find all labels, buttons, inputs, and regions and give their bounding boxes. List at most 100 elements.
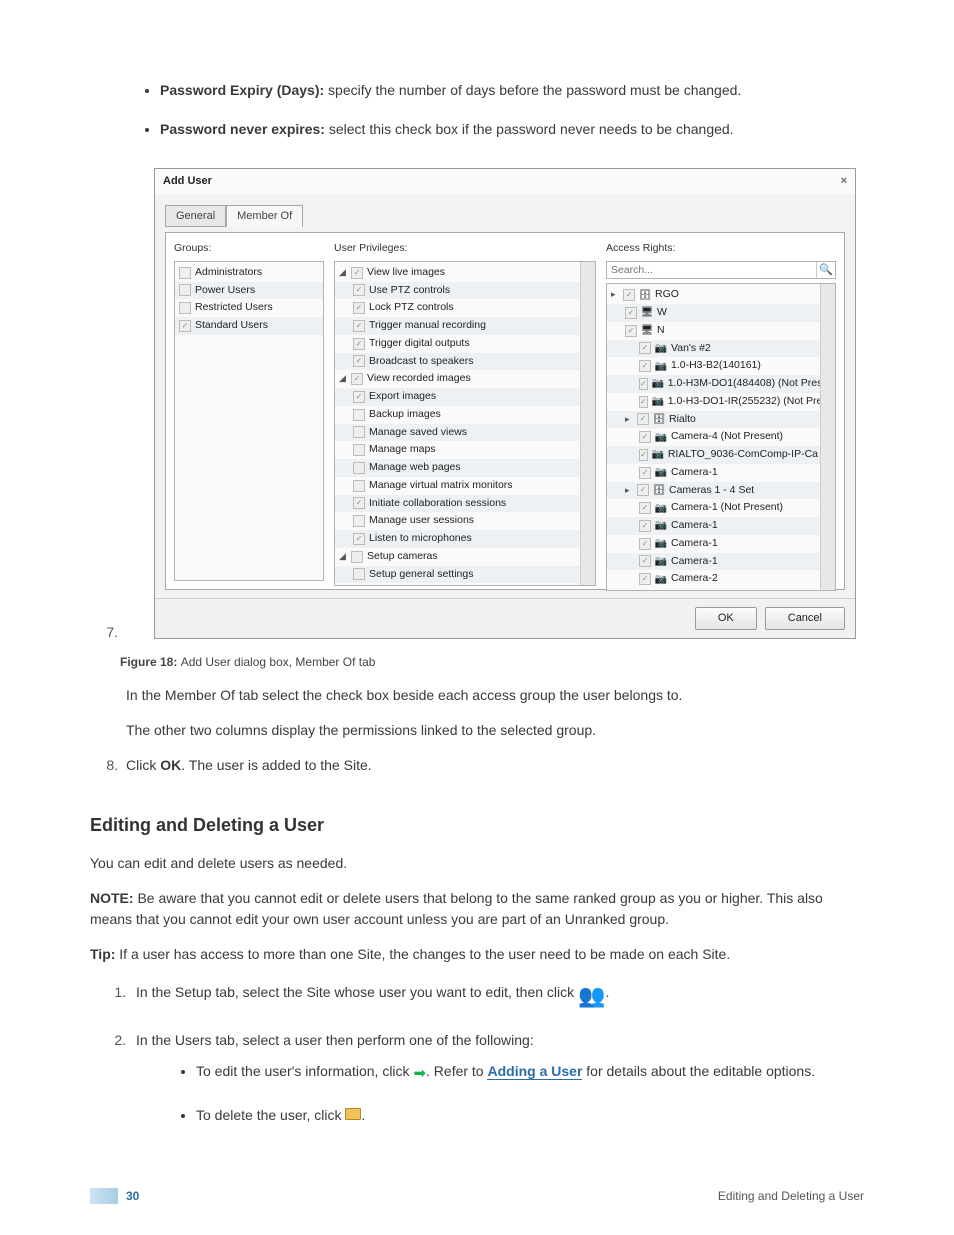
list-item[interactable]: Lock PTZ controls — [335, 299, 580, 317]
checkbox[interactable] — [351, 551, 363, 563]
checkbox[interactable] — [353, 284, 365, 296]
chevron-icon[interactable] — [625, 484, 633, 498]
list-item[interactable]: Use PTZ controls — [335, 282, 580, 300]
list-item[interactable]: 🗄RGO — [607, 286, 820, 304]
list-item[interactable]: Restricted Users — [175, 299, 323, 317]
list-item[interactable]: Export images — [335, 388, 580, 406]
list-item[interactable]: Standard Users — [175, 317, 323, 335]
scrollbar[interactable] — [820, 284, 835, 590]
checkbox[interactable] — [639, 538, 651, 550]
list-item[interactable]: Trigger manual recording — [335, 317, 580, 335]
checkbox[interactable] — [625, 325, 637, 337]
groups-list[interactable]: AdministratorsPower UsersRestricted User… — [174, 261, 324, 581]
list-item[interactable]: 📷Camera-1 — [607, 535, 820, 553]
checkbox[interactable] — [623, 289, 635, 301]
checkbox[interactable] — [639, 573, 651, 585]
checkbox[interactable] — [625, 307, 637, 319]
checkbox[interactable] — [639, 467, 651, 479]
list-item[interactable]: 📷Camera-1 (Not Present) — [607, 499, 820, 517]
chevron-icon[interactable] — [611, 288, 619, 302]
checkbox[interactable] — [639, 342, 651, 354]
chevron-icon[interactable] — [339, 372, 347, 386]
list-item[interactable]: 📷Camera-4 (Not Present) — [607, 428, 820, 446]
list-item[interactable]: 📷Van's #2 — [607, 340, 820, 358]
chevron-icon[interactable] — [339, 266, 347, 280]
list-item[interactable]: 🖥N — [607, 322, 820, 340]
list-item[interactable]: 📷Camera-1 — [607, 553, 820, 571]
checkbox[interactable] — [353, 480, 365, 492]
checkbox[interactable] — [639, 520, 651, 532]
list-item[interactable]: 📷Camera-2 — [607, 570, 820, 588]
checkbox[interactable] — [351, 267, 363, 279]
cancel-button[interactable]: Cancel — [765, 607, 845, 630]
list-item[interactable]: Manage user sessions — [335, 512, 580, 530]
list-item[interactable]: 📷RIALTO_9036-ComComp-IP-Ca — [607, 446, 820, 464]
checkbox[interactable] — [353, 497, 365, 509]
bullet-password-never-expires: Password never expires: select this chec… — [160, 119, 864, 140]
ok-button[interactable]: OK — [695, 607, 757, 630]
list-item[interactable]: Manage virtual matrix monitors — [335, 477, 580, 495]
list-item[interactable]: Manage maps — [335, 441, 580, 459]
list-item[interactable]: Setup general settings — [335, 566, 580, 584]
checkbox[interactable] — [639, 555, 651, 567]
list-item[interactable]: Initiate collaboration sessions — [335, 495, 580, 513]
checkbox[interactable] — [353, 302, 365, 314]
list-item[interactable]: 🗄Rialto — [607, 411, 820, 429]
checkbox[interactable] — [639, 396, 648, 408]
tab-general[interactable]: General — [165, 205, 226, 228]
list-item[interactable]: View recorded images — [335, 370, 580, 388]
checkbox[interactable] — [353, 444, 365, 456]
checkbox[interactable] — [639, 378, 648, 390]
checkbox[interactable] — [353, 338, 365, 350]
checkbox[interactable] — [639, 431, 651, 443]
checkbox[interactable] — [353, 409, 365, 421]
scrollbar[interactable] — [580, 262, 595, 586]
list-item[interactable]: 🗄Cameras 1 - 4 Set — [607, 482, 820, 500]
list-item[interactable]: Trigger digital outputs — [335, 335, 580, 353]
checkbox[interactable] — [179, 302, 191, 314]
list-item-label: Lock PTZ controls — [369, 300, 454, 316]
checkbox[interactable] — [353, 568, 365, 580]
list-item[interactable]: Backup images — [335, 406, 580, 424]
checkbox[interactable] — [353, 515, 365, 527]
list-item[interactable]: Listen to microphones — [335, 530, 580, 548]
list-item[interactable]: 📷Camera-1 — [607, 517, 820, 535]
list-item[interactable]: View live images — [335, 264, 580, 282]
checkbox[interactable] — [639, 449, 648, 461]
checkbox[interactable] — [351, 373, 363, 385]
checkbox[interactable] — [639, 502, 651, 514]
checkbox[interactable] — [353, 391, 365, 403]
checkbox[interactable] — [637, 484, 649, 496]
privileges-list[interactable]: View live imagesUse PTZ controlsLock PTZ… — [335, 262, 580, 586]
search-input[interactable] — [607, 262, 816, 279]
chevron-icon[interactable] — [339, 550, 347, 564]
device-icon: 🖥 — [641, 325, 653, 337]
list-item[interactable]: 📷1.0-H3-DO1-IR(255232) (Not Pres — [607, 393, 820, 411]
checkbox[interactable] — [179, 320, 191, 332]
checkbox[interactable] — [637, 413, 649, 425]
checkbox[interactable] — [353, 533, 365, 545]
list-item[interactable]: 📷Camera-1 — [607, 464, 820, 482]
list-item[interactable]: Manage web pages — [335, 459, 580, 477]
chevron-icon[interactable] — [625, 413, 633, 427]
checkbox[interactable] — [179, 284, 191, 296]
checkbox[interactable] — [639, 360, 651, 372]
list-item[interactable]: Administrators — [175, 264, 323, 282]
adding-a-user-link[interactable]: Adding a User — [487, 1063, 582, 1080]
checkbox[interactable] — [353, 426, 365, 438]
checkbox[interactable] — [353, 320, 365, 332]
checkbox[interactable] — [179, 267, 191, 279]
list-item[interactable]: Power Users — [175, 282, 323, 300]
list-item[interactable]: 📷1.0-H3M-DO1(484408) (Not Prese — [607, 375, 820, 393]
access-list[interactable]: 🗄RGO🖥W🖥N📷Van's #2📷1.0-H3-B2(140161)📷1.0-… — [607, 284, 820, 590]
tab-member-of[interactable]: Member Of — [226, 205, 303, 228]
checkbox[interactable] — [353, 462, 365, 474]
list-item[interactable]: Manage saved views — [335, 424, 580, 442]
search-icon[interactable]: 🔍 — [816, 262, 835, 279]
list-item[interactable]: Broadcast to speakers — [335, 353, 580, 371]
checkbox[interactable] — [353, 355, 365, 367]
list-item[interactable]: Setup cameras — [335, 548, 580, 566]
list-item[interactable]: 🖥W — [607, 304, 820, 322]
list-item[interactable]: 📷1.0-H3-B2(140161) — [607, 357, 820, 375]
close-icon[interactable]: × — [841, 173, 847, 190]
